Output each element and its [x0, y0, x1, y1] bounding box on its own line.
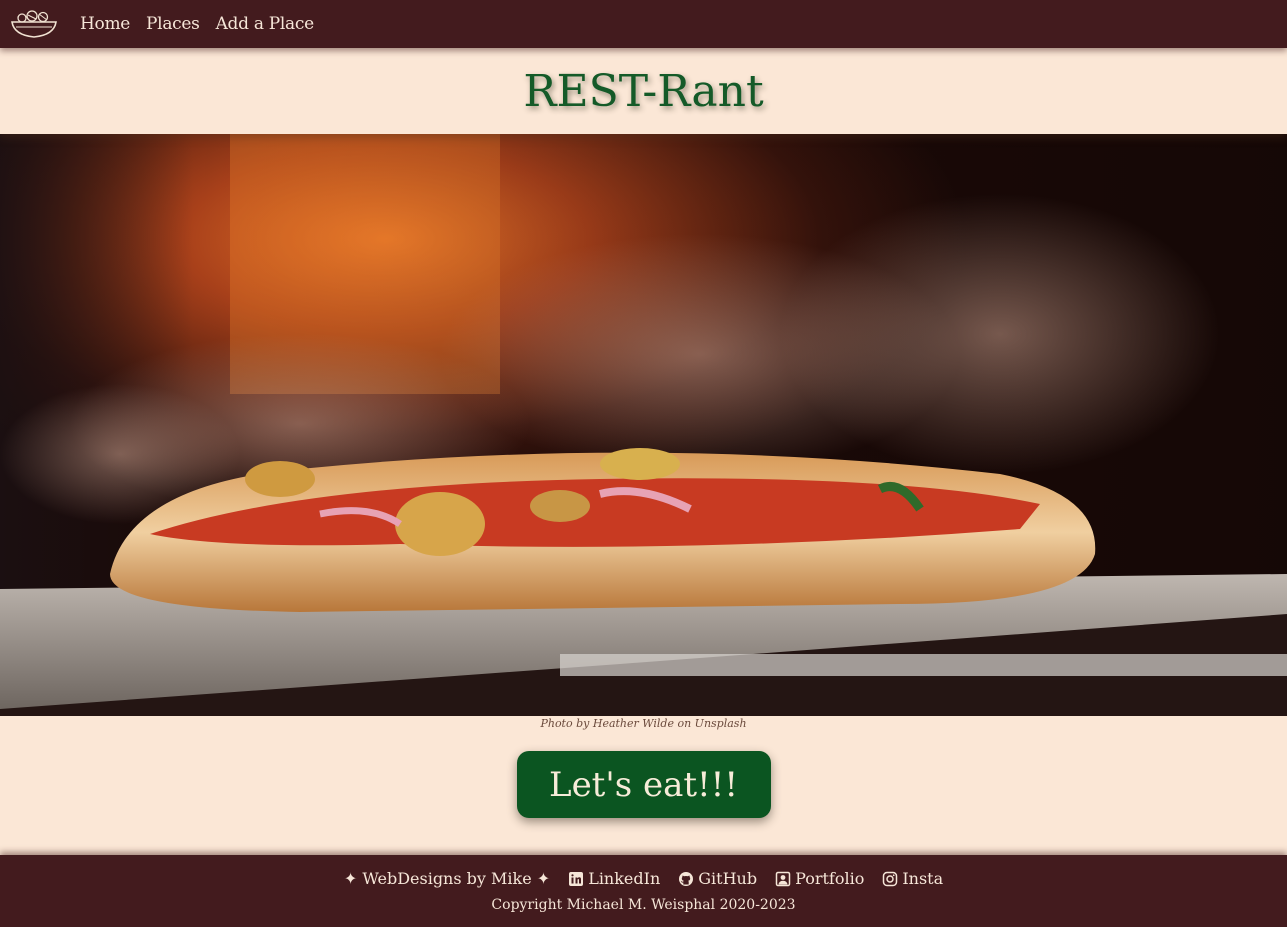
- nav-places-link[interactable]: Places: [146, 14, 200, 34]
- footer-github-link[interactable]: GitHub: [678, 869, 757, 888]
- footer-insta-link[interactable]: Insta: [882, 869, 943, 888]
- navbar: Home Places Add a Place: [0, 0, 1287, 48]
- salad-bowl-icon[interactable]: [10, 8, 58, 40]
- footer-insta-label: Insta: [902, 869, 944, 888]
- nav-home-link[interactable]: Home: [80, 14, 130, 34]
- page-header: REST-Rant: [0, 48, 1287, 134]
- lets-eat-button[interactable]: Let's eat!!!: [516, 751, 771, 818]
- page-title: REST-Rant: [523, 65, 764, 117]
- footer-linkedin-link[interactable]: LinkedIn: [568, 869, 660, 888]
- instagram-icon: [882, 871, 898, 887]
- footer-links: ✦ WebDesigns by Mike ✦ LinkedIn GitHub P…: [0, 869, 1287, 888]
- nav-add-place-link[interactable]: Add a Place: [216, 14, 315, 34]
- pizza-in-oven-photo: [0, 134, 1287, 716]
- copyright-text: Copyright Michael M. Weisphal 2020-2023: [491, 897, 796, 913]
- photo-credit: Photo by Heather Wilde on Unsplash: [540, 717, 747, 730]
- portfolio-icon: [775, 871, 791, 887]
- github-icon: [678, 871, 694, 887]
- footer-portfolio-label: Portfolio: [795, 869, 865, 888]
- footer-linkedin-label: LinkedIn: [588, 869, 661, 888]
- footer: ✦ WebDesigns by Mike ✦ LinkedIn GitHub P…: [0, 855, 1287, 927]
- nav-links: Home Places Add a Place: [80, 14, 314, 34]
- cta-wrapper: Let's eat!!!: [0, 751, 1287, 818]
- footer-brand: ✦ WebDesigns by Mike ✦: [343, 869, 551, 888]
- footer-portfolio-link[interactable]: Portfolio: [775, 869, 864, 888]
- linkedin-icon: [568, 871, 584, 887]
- footer-github-label: GitHub: [698, 869, 758, 888]
